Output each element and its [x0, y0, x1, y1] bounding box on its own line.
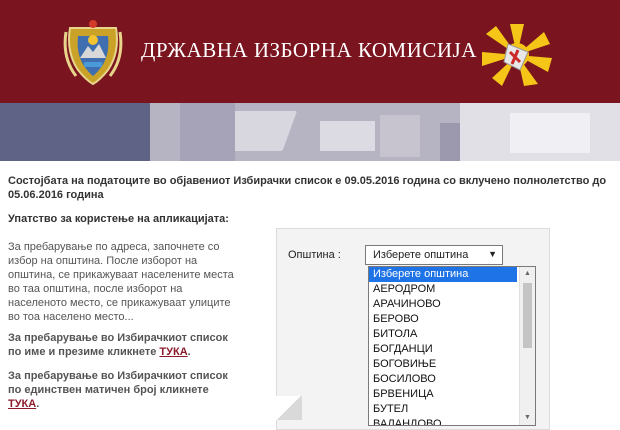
id-search-text: За пребарување во Избирачкиот список по …	[8, 370, 228, 396]
name-search-text: За пребарување во Избирачкиот список по …	[8, 332, 228, 358]
dropdown-option[interactable]: АРАЧИНОВО	[369, 297, 517, 312]
dropdown-option[interactable]: БЕРОВО	[369, 312, 517, 327]
coat-of-arms-icon	[63, 20, 123, 86]
name-search-instructions: За пребарување во Избирачкиот список по …	[8, 332, 228, 358]
page-fold-corner	[276, 396, 302, 420]
dropdown-option[interactable]: АЕРОДРОМ	[369, 282, 517, 297]
dropdown-option[interactable]: ВАЛАНДОВО	[369, 417, 517, 425]
banner-photo	[150, 103, 620, 161]
dropdown-scrollbar[interactable]: ▲ ▼	[519, 267, 535, 425]
municipality-select-value: Изберете општина	[373, 249, 469, 261]
scroll-up-icon[interactable]: ▲	[520, 267, 535, 281]
list-status-text: Состојбата на податоците во објавениот И…	[8, 175, 607, 201]
dropdown-option[interactable]: Изберете општина	[369, 267, 517, 282]
dropdown-option[interactable]: БУТЕЛ	[369, 402, 517, 417]
scrollbar-thumb[interactable]	[523, 283, 532, 348]
municipality-label: Општина :	[288, 249, 341, 261]
address-search-instructions: За пребарување по адреса, започнете со и…	[8, 241, 234, 323]
id-search-link[interactable]: ТУКА	[8, 398, 36, 410]
municipality-dropdown-list[interactable]: Изберете општина АЕРОДРОМ АРАЧИНОВО БЕРО…	[368, 266, 536, 426]
municipality-select[interactable]: Изберете општина ▼	[365, 245, 503, 265]
instructions-heading: Упатство за користење на апликацијата:	[8, 213, 229, 225]
scroll-down-icon[interactable]: ▼	[520, 411, 535, 425]
dropdown-option[interactable]: БОСИЛОВО	[369, 372, 517, 387]
id-search-instructions: За пребарување во Избирачкиот список по …	[8, 370, 228, 410]
dropdown-option[interactable]: БОГОВИЊЕ	[369, 357, 517, 372]
dropdown-option[interactable]: БИТОЛА	[369, 327, 517, 342]
election-sun-logo-icon	[482, 24, 552, 86]
site-header: ДРЖАВНА ИЗБОРНА КОМИСИЈА	[0, 0, 620, 103]
header-banner-image	[0, 103, 620, 161]
banner-left-panel	[0, 103, 150, 161]
dropdown-option[interactable]: БРВЕНИЦА	[369, 387, 517, 402]
caret-down-icon: ▼	[488, 249, 497, 259]
dropdown-option[interactable]: БОГДАНЦИ	[369, 342, 517, 357]
name-search-link[interactable]: ТУКА	[159, 346, 187, 358]
site-title: ДРЖАВНА ИЗБОРНА КОМИСИЈА	[141, 38, 477, 62]
